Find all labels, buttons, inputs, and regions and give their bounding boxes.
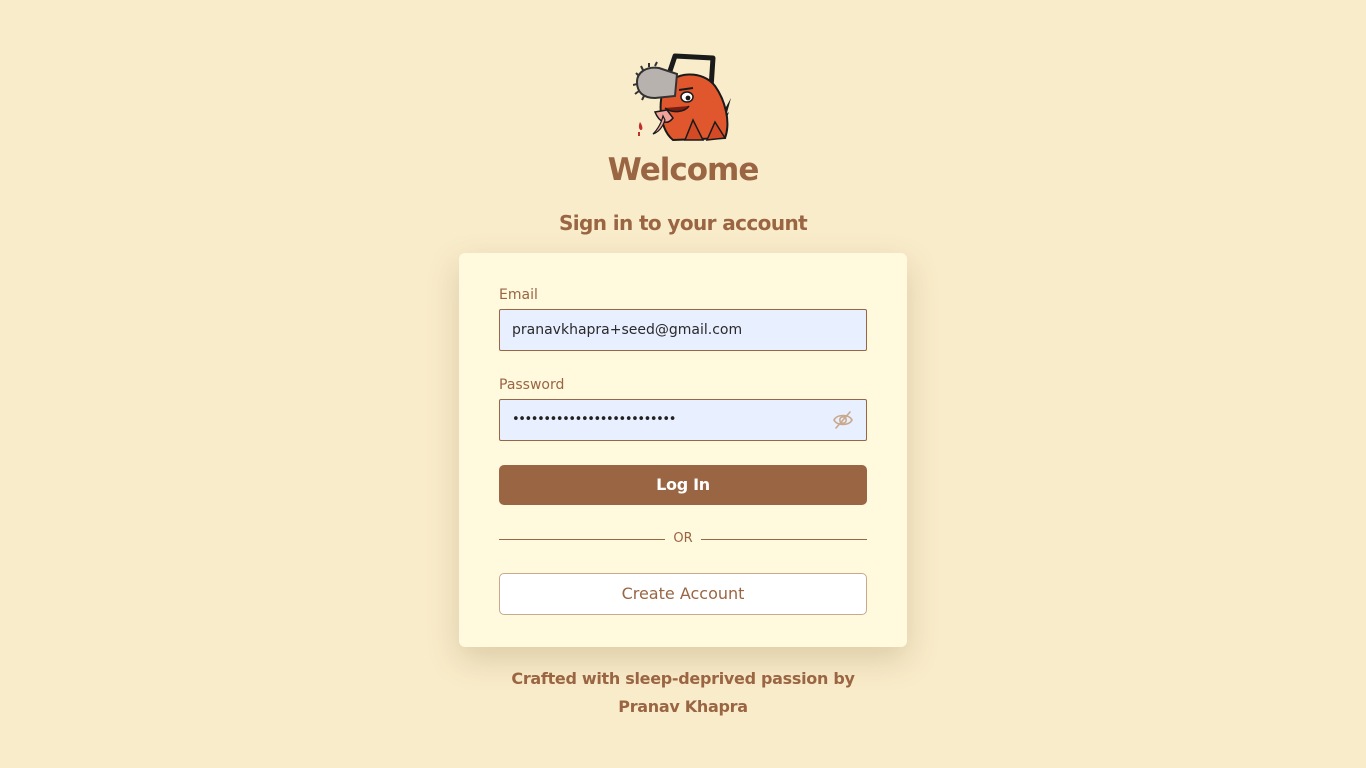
login-page: Welcome Sign in to your account Email pr… <box>0 0 1366 768</box>
footer-author: Pranav Khapra <box>618 697 748 716</box>
eye-off-icon[interactable] <box>832 410 854 430</box>
login-card: Email pranavkhapra+seed@gmail.com Passwo… <box>459 253 907 647</box>
password-value: •••••••••••••••••••••••••• <box>512 412 676 427</box>
or-divider: OR <box>499 529 867 549</box>
or-label: OR <box>673 531 693 546</box>
page-title: Welcome <box>607 152 760 188</box>
login-button[interactable]: Log In <box>499 465 867 505</box>
email-field[interactable]: pranavkhapra+seed@gmail.com <box>499 309 867 351</box>
password-field[interactable]: •••••••••••••••••••••••••• <box>499 399 867 441</box>
email-value: pranavkhapra+seed@gmail.com <box>512 322 743 338</box>
footer-credit: Crafted with sleep-deprived passion by P… <box>0 665 1366 721</box>
password-label: Password <box>499 377 565 393</box>
email-label: Email <box>499 287 538 303</box>
chainsaw-devil-mascot-icon <box>632 52 733 144</box>
footer-line-1: Crafted with sleep-deprived passion by <box>511 669 855 688</box>
page-subtitle: Sign in to your account <box>558 211 808 235</box>
create-account-button[interactable]: Create Account <box>499 573 867 615</box>
